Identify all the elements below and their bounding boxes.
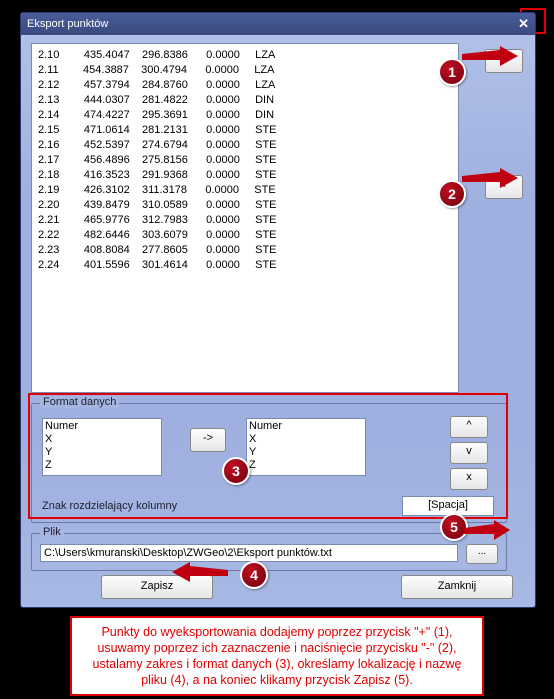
format-group: Format danych NumerXYZ -> NumerXYZ ^ v x… (31, 403, 507, 523)
move-down-button[interactable]: v (450, 442, 488, 464)
available-fields-list[interactable]: NumerXYZ (42, 418, 162, 476)
caption-box: Punkty do wyeksportowania dodajemy poprz… (70, 616, 484, 696)
separator-label: Znak rozdzielający kolumny (42, 500, 177, 512)
remove-field-button[interactable]: x (450, 468, 488, 490)
points-listbox[interactable]: 2.10 435.4047 296.8386 0.0000 LZA 2.11 4… (31, 43, 459, 393)
remove-button[interactable]: - (485, 175, 523, 199)
move-right-button[interactable]: -> (190, 428, 226, 452)
file-group: Plik C:\Users\kmuranski\Desktop\ZWGeo\2\… (31, 533, 507, 571)
browse-button[interactable]: ... (466, 544, 498, 564)
titlebar: Eksport punktów ✕ (21, 13, 535, 35)
dialog-window: Eksport punktów ✕ 2.10 435.4047 296.8386… (20, 12, 536, 608)
move-up-button[interactable]: ^ (450, 416, 488, 438)
dialog-body: 2.10 435.4047 296.8386 0.0000 LZA 2.11 4… (21, 35, 535, 607)
separator-value[interactable]: [Spacja] (402, 496, 494, 516)
add-button[interactable]: + (485, 49, 523, 73)
window-title: Eksport punktów (27, 18, 108, 30)
file-path-input[interactable]: C:\Users\kmuranski\Desktop\ZWGeo\2\Ekspo… (40, 544, 458, 562)
selected-fields-list[interactable]: NumerXYZ (246, 418, 366, 476)
format-group-label: Format danych (40, 396, 119, 408)
save-button[interactable]: Zapisz (101, 575, 213, 599)
close-icon[interactable]: ✕ (518, 16, 529, 32)
file-group-label: Plik (40, 526, 64, 538)
close-button[interactable]: Zamknij (401, 575, 513, 599)
